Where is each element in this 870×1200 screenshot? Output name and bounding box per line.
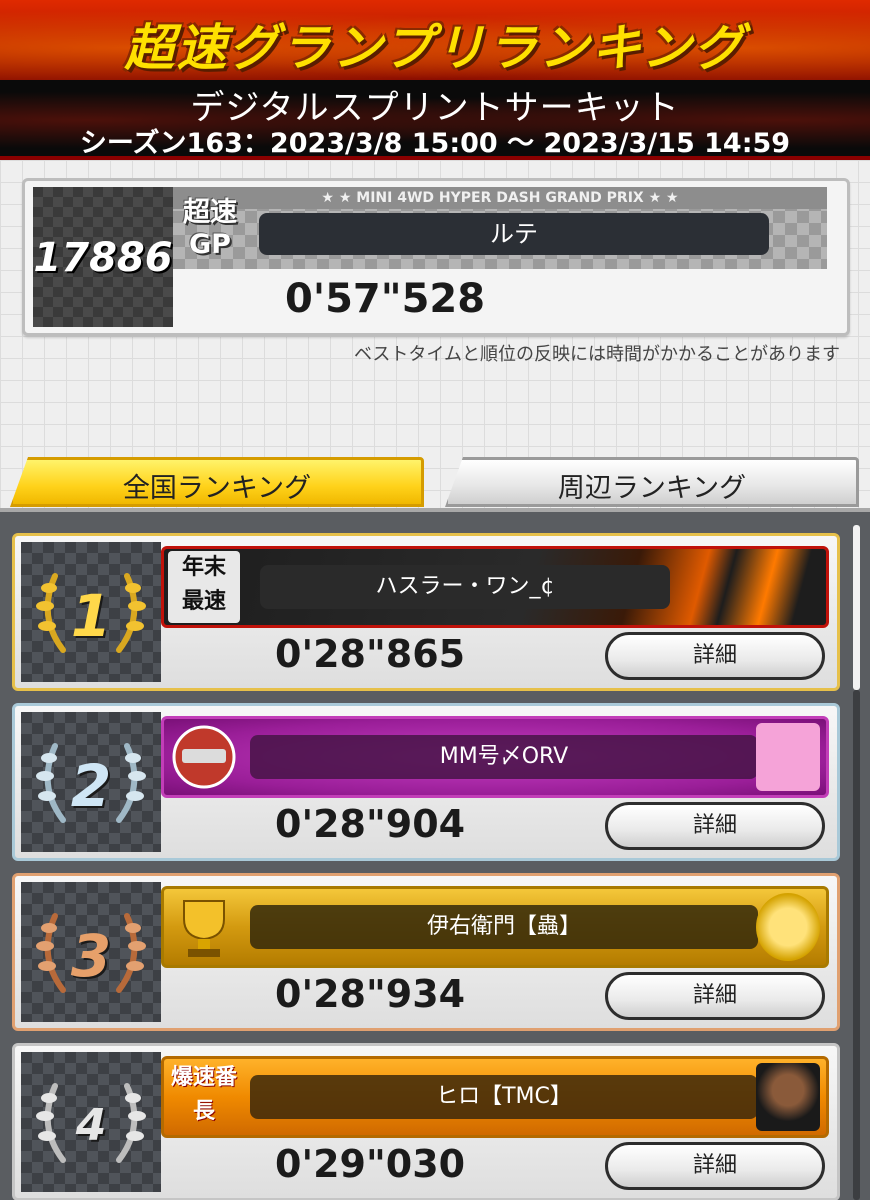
rank-number: 4 xyxy=(75,1100,107,1151)
rank-cell: 3 xyxy=(21,882,161,1022)
gp-logo-icon: 超速 GP xyxy=(183,197,237,260)
detail-button[interactable]: 詳細 xyxy=(605,972,825,1020)
year-end-fastest-badge-icon: 年末 最速 xyxy=(168,551,240,623)
name-plate: MM号〆ORV xyxy=(161,716,829,798)
player-name: MM号〆ORV xyxy=(250,735,758,779)
plate-caption: ★ ★ MINI 4WD HYPER DASH GRAND PRIX ★ ★ xyxy=(173,187,827,209)
page-title: 超速グランプリランキング xyxy=(124,19,746,77)
name-plate: 年末 最速 ハスラー・ワン_¢ xyxy=(161,546,829,628)
best-time: 0'28"865 xyxy=(275,632,466,676)
detail-button[interactable]: 詳細 xyxy=(605,802,825,850)
tab-nearby-ranking[interactable]: 周辺ランキング xyxy=(445,457,859,507)
rank-cell: 4 xyxy=(21,1052,161,1192)
my-record-card: 17886 ★ ★ MINI 4WD HYPER DASH GRAND PRIX… xyxy=(22,178,850,336)
header-banner: 超速グランプリランキング デジタルスプリントサーキット シーズン163：2023… xyxy=(0,0,870,160)
scrollbar-track[interactable] xyxy=(853,690,860,1200)
my-rank-box: 17886 xyxy=(33,187,173,327)
best-time: 0'29"030 xyxy=(275,1142,466,1186)
rank-number: 2 xyxy=(70,752,112,820)
player-name: ヒロ【TMC】 xyxy=(250,1075,758,1119)
sticker-icon xyxy=(756,723,820,791)
player-name: ハスラー・ワン_¢ xyxy=(260,565,670,609)
my-rank-number: 17886 xyxy=(33,235,173,281)
rank-cell: 1 xyxy=(21,542,161,682)
ranking-row: 2 MM号〆ORV 0'28"904 詳細 xyxy=(12,703,840,861)
gold-coin-icon xyxy=(756,893,820,961)
car-emblem-icon xyxy=(172,725,236,789)
name-plate: 爆速番長 ヒロ【TMC】 xyxy=(161,1056,829,1138)
trophy-icon xyxy=(183,900,225,957)
name-plate: 伊右衛門【蟲】 xyxy=(161,886,829,968)
best-time: 0'28"934 xyxy=(275,972,466,1016)
detail-button[interactable]: 詳細 xyxy=(605,1142,825,1190)
reflection-note: ベストタイムと順位の反映には時間がかかることがあります xyxy=(354,344,840,365)
ranking-row: 1 年末 最速 ハスラー・ワン_¢ 0'28"865 詳細 xyxy=(12,533,840,691)
my-best-time: 0'57"528 xyxy=(285,276,486,322)
avatar-icon xyxy=(756,1063,820,1131)
rank-number: 1 xyxy=(70,582,112,650)
ranking-row: 4 爆速番長 ヒロ【TMC】 0'29"030 詳細 xyxy=(12,1043,840,1200)
rank-cell: 2 xyxy=(21,712,161,852)
badge-icon: 爆速番長 xyxy=(170,1065,237,1124)
rank-number: 3 xyxy=(70,922,112,990)
my-name-plate: ★ ★ MINI 4WD HYPER DASH GRAND PRIX ★ ★ 超… xyxy=(173,187,827,269)
my-player-name: ルテ xyxy=(259,213,769,255)
tab-nearby-label: 周辺ランキング xyxy=(557,473,747,504)
ranking-row: 3 伊右衛門【蟲】 0'28"934 詳細 xyxy=(12,873,840,1031)
scrollbar-thumb[interactable] xyxy=(853,525,860,690)
tab-national-ranking[interactable]: 全国ランキング xyxy=(10,457,424,507)
player-name: 伊右衛門【蟲】 xyxy=(250,905,758,949)
best-time: 0'28"904 xyxy=(275,802,466,846)
season-period: シーズン163：2023/3/8 15:00 ～ 2023/3/15 14:59 xyxy=(79,128,791,159)
detail-button[interactable]: 詳細 xyxy=(605,632,825,680)
tab-national-label: 全国ランキング xyxy=(122,473,312,504)
